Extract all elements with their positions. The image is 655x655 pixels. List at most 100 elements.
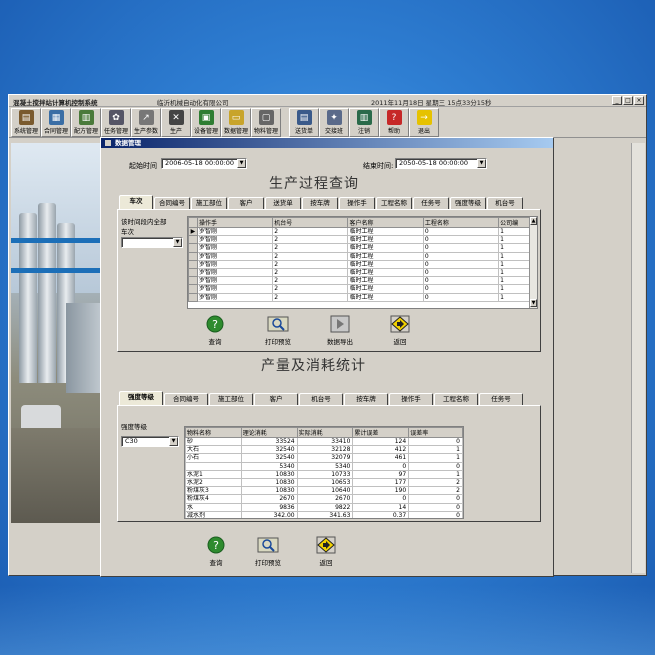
tab[interactable]: 操作手 <box>339 197 375 209</box>
toolbar-button[interactable]: ▦ 合同管理 <box>41 108 71 137</box>
toolbar-button[interactable]: → 退出 <box>409 108 439 137</box>
table-row[interactable]: 大石 32540 32128 412 1 <box>185 445 463 455</box>
plant-photo <box>11 143 107 523</box>
table-cell: 2 <box>272 243 349 253</box>
toolbar-button[interactable]: ▣ 设备管理 <box>191 108 221 137</box>
table-row[interactable]: 罗智刚 2 临时工程 0 1 <box>188 251 537 261</box>
table-cell: 小石 <box>185 453 242 463</box>
back-button[interactable]: 返回 <box>315 535 337 567</box>
table-row[interactable]: 减水剂 342.00 341.63 0.37 0 <box>185 510 463 518</box>
tab[interactable]: 任务号 <box>479 393 523 405</box>
consumption-grid[interactable]: 物料名称 理论消耗 实际消耗 累计误差 误差率砂 33524 33410 124 0 大石 3254… <box>184 426 464 519</box>
tab[interactable]: 施工部位 <box>209 393 253 405</box>
tab[interactable]: 合同编号 <box>154 197 190 209</box>
tab[interactable]: 机台号 <box>487 197 523 209</box>
table-row[interactable]: 水泥1 10830 10733 97 1 <box>185 469 463 479</box>
toolbar-button[interactable]: ▢ 物料管理 <box>251 108 281 137</box>
table-row[interactable]: 罗智刚 2 临时工程 0 1 <box>188 243 537 253</box>
toolbar-button[interactable]: ✕ 生产 <box>161 108 191 137</box>
column-header[interactable]: 客户名称 <box>347 217 424 228</box>
table-row[interactable]: 水泥2 10830 10653 177 2 <box>185 477 463 488</box>
tab[interactable]: 任务号 <box>413 197 449 209</box>
chevron-down-icon[interactable]: ▼ <box>169 437 178 446</box>
column-header[interactable]: 理论消耗 <box>240 427 298 438</box>
tab[interactable]: 合同编号 <box>164 393 208 405</box>
table-cell: 5340 <box>240 461 298 471</box>
table-row[interactable]: 罗智刚 2 临时工程 0 1 <box>188 276 537 286</box>
toolbar-button[interactable]: ✿ 任务管理 <box>101 108 131 137</box>
table-row[interactable]: 罗智刚 2 临时工程 0 1 <box>188 284 537 294</box>
column-header[interactable]: 物料名称 <box>185 427 242 438</box>
column-header[interactable]: 操作手 <box>196 217 274 228</box>
table-row[interactable]: 粉煤灰4 2670 2670 0 0 <box>185 494 463 504</box>
tab[interactable]: 工程名称 <box>376 197 412 209</box>
tab[interactable]: 强度等级 <box>450 197 486 209</box>
grade-filter-value: C30 <box>125 437 138 445</box>
maximize-button[interactable]: □ <box>623 96 633 105</box>
tab[interactable]: 按车牌 <box>302 197 338 209</box>
column-header[interactable]: 工程名称 <box>422 217 500 228</box>
export-button[interactable]: 数据导出 <box>327 314 353 346</box>
table-cell: 罗智刚 <box>196 276 274 286</box>
tab[interactable]: 施工部位 <box>191 197 227 209</box>
toolbar-button[interactable]: ▥ 配方管理 <box>71 108 101 137</box>
tab[interactable]: 车次 <box>119 195 153 209</box>
table-cell: 0 <box>422 267 500 278</box>
column-header[interactable]: 实际消耗 <box>296 427 354 438</box>
production-tabs: 车次 合同编号 施工部位 客户 送货单 按车牌 操作手 工程名称 任务号 强度等级 机台号 <box>119 195 524 209</box>
table-row[interactable]: 罗智刚 2 临时工程 0 1 <box>188 235 537 245</box>
tab[interactable]: 机台号 <box>299 393 343 405</box>
column-header[interactable]: 误差率 <box>408 427 463 438</box>
table-row[interactable]: 水 9836 9822 14 0 <box>185 502 463 512</box>
table-row[interactable]: 粉煤灰3 10830 10640 190 2 <box>185 486 463 496</box>
trip-filter-select[interactable]: ▼ <box>121 237 183 248</box>
table-cell: 罗智刚 <box>196 235 274 245</box>
tab[interactable]: 按车牌 <box>344 393 388 405</box>
app-title: 混凝土搅拌站计算机控制系统 <box>13 99 98 107</box>
toolbar-button[interactable]: ▤ 系统管理 <box>11 108 41 137</box>
grade-filter-select[interactable]: C30 ▼ <box>121 436 179 447</box>
toolbar-label: 配方管理 <box>73 128 98 135</box>
table-row[interactable]: 罗智刚 2 临时工程 0 1 <box>188 292 537 302</box>
table-cell: 临时工程 <box>347 284 424 294</box>
print-button[interactable]: 打印预览 <box>255 535 281 567</box>
production-grid[interactable]: 操作手 机台号 客户名称 工程名称 公司编 ▶ 罗智刚 2 临时工程 0 1 罗智刚 2 临时工程 0 1 罗智… <box>187 216 538 309</box>
tab[interactable]: 工程名称 <box>434 393 478 405</box>
tab[interactable]: 客户 <box>228 197 264 209</box>
start-time-field[interactable]: 2006-05-18 00:00:00 ▼ <box>161 158 247 169</box>
export-icon <box>329 314 351 334</box>
tab[interactable]: 客户 <box>254 393 298 405</box>
table-row[interactable]: 小石 32540 32079 461 1 <box>185 453 463 463</box>
back-button[interactable]: 返回 <box>389 314 411 346</box>
toolbar-button[interactable]: ▤ 送货单 <box>289 108 319 137</box>
row-indicator: ▶ <box>188 226 198 237</box>
tab[interactable]: 送货单 <box>265 197 301 209</box>
table-cell: 2 <box>272 259 349 269</box>
chevron-down-icon[interactable]: ▼ <box>237 159 246 168</box>
minimize-button[interactable]: _ <box>612 96 622 105</box>
toolbar-button[interactable]: ▥ 注销 <box>349 108 379 137</box>
query-button[interactable]: ? 查询 <box>204 314 226 346</box>
table-row[interactable]: 罗智刚 2 临时工程 0 1 <box>188 259 537 269</box>
table-row[interactable]: ▶ 罗智刚 2 临时工程 0 1 <box>188 226 537 237</box>
print-button[interactable]: 打印预览 <box>265 314 291 346</box>
main-scrollbar[interactable] <box>631 143 645 573</box>
column-header[interactable]: 机台号 <box>272 217 349 228</box>
table-cell: 10640 <box>296 486 354 496</box>
toolbar-button[interactable]: ? 帮助 <box>379 108 409 137</box>
table-row[interactable]: 砂 33524 33410 124 0 <box>185 436 463 447</box>
grid-scrollbar[interactable]: ▲ ▼ <box>529 217 537 308</box>
toolbar-button[interactable]: ✦ 交接班 <box>319 108 349 137</box>
end-time-field[interactable]: 2050-05-18 00:00:00 ▼ <box>395 158 487 169</box>
tab[interactable]: 操作手 <box>389 393 433 405</box>
close-button[interactable]: × <box>634 96 644 105</box>
chevron-down-icon[interactable]: ▼ <box>477 159 486 168</box>
column-header[interactable]: 累计误差 <box>352 427 410 438</box>
chevron-down-icon[interactable]: ▼ <box>173 238 182 247</box>
table-row[interactable]: 5340 5340 0 0 <box>185 461 463 471</box>
query-button[interactable]: ? 查询 <box>205 535 227 567</box>
toolbar-button[interactable]: ↗ 生产参数 <box>131 108 161 137</box>
table-row[interactable]: 罗智刚 2 临时工程 0 1 <box>188 267 537 278</box>
tab[interactable]: 强度等级 <box>119 391 163 405</box>
toolbar-button[interactable]: ▭ 数据管理 <box>221 108 251 137</box>
